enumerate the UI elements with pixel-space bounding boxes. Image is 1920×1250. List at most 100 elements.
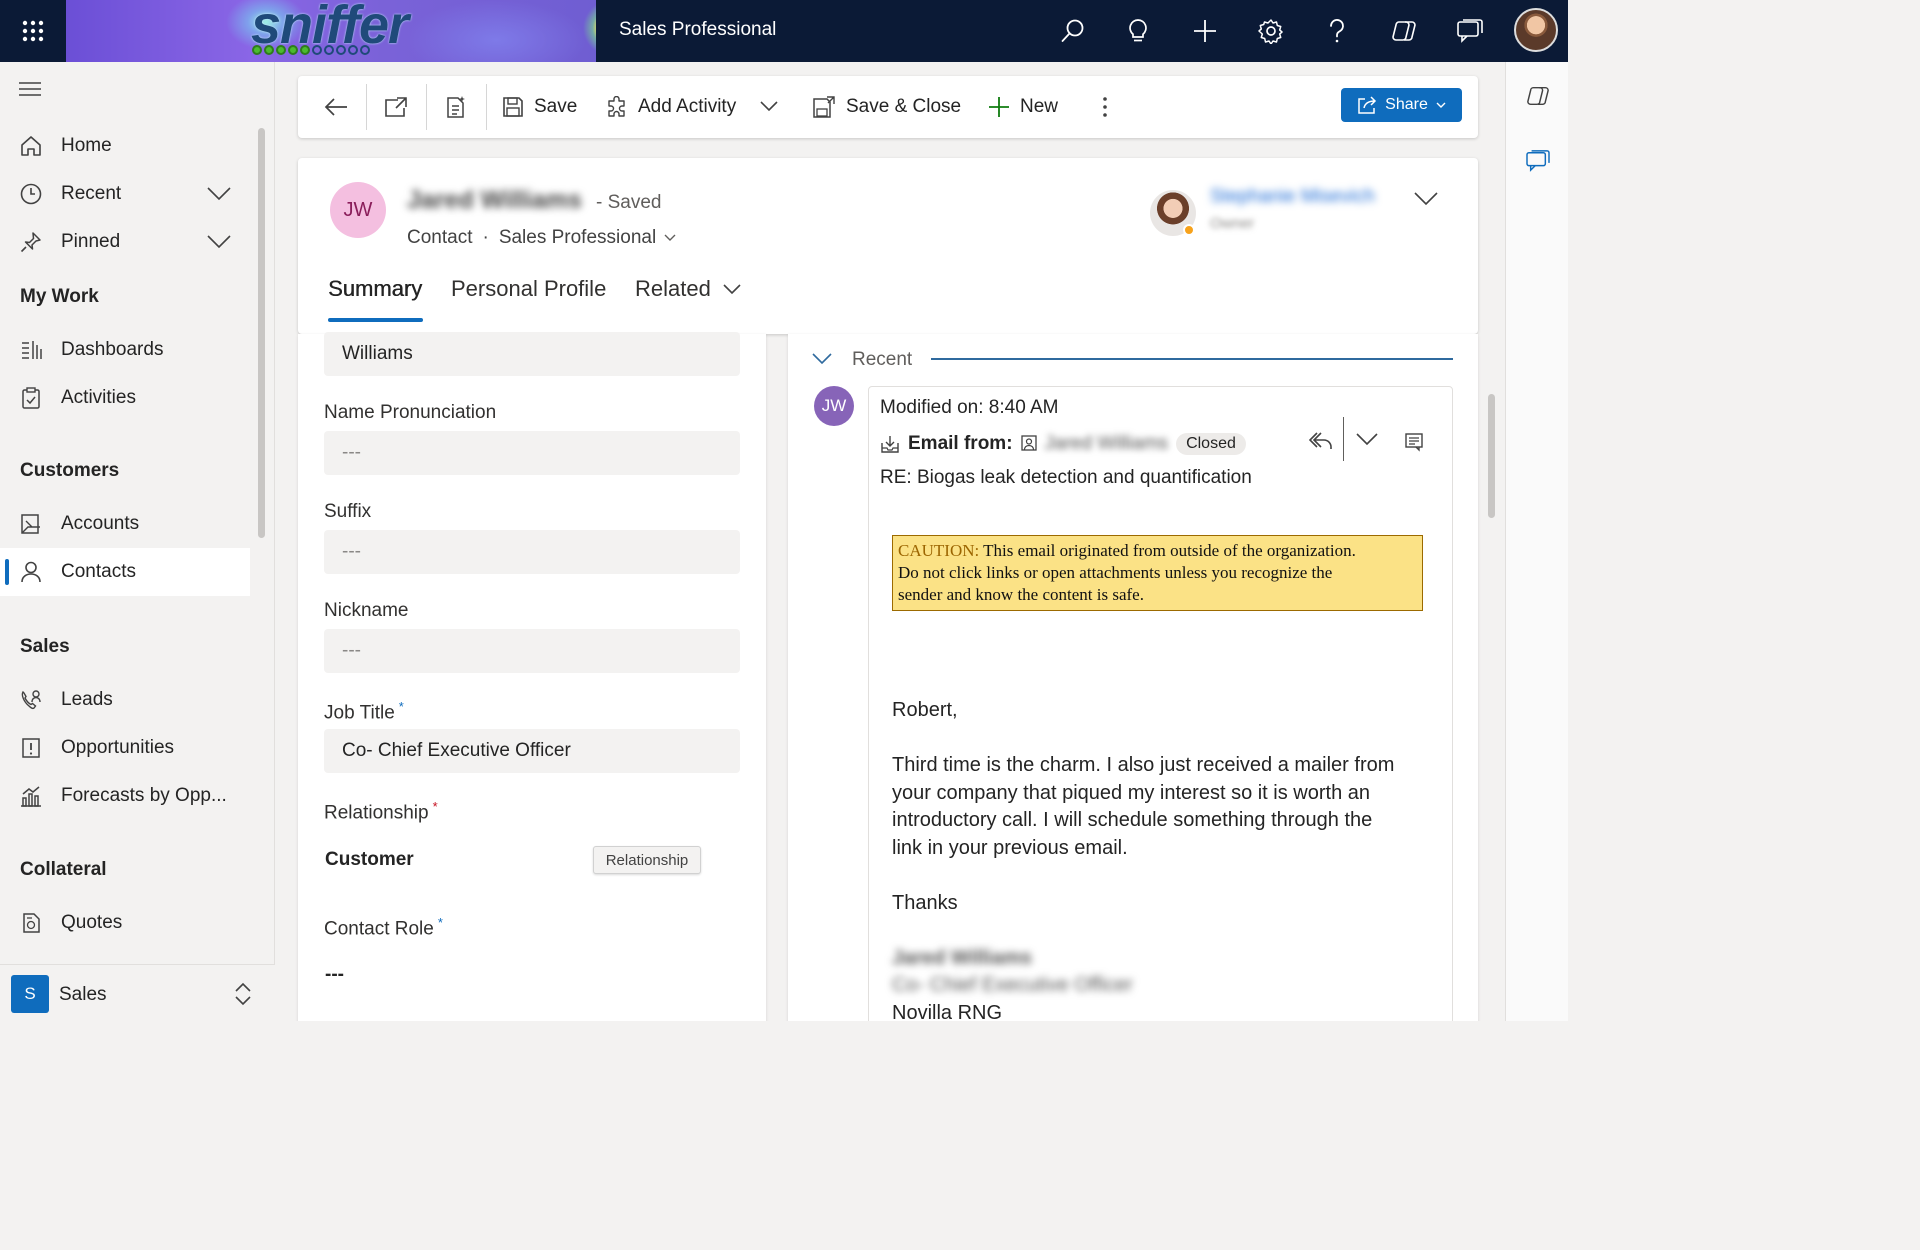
share-button[interactable]: Share	[1341, 88, 1462, 122]
copilot-icon[interactable]	[1386, 13, 1422, 49]
add-activity-dropdown[interactable]	[760, 76, 778, 138]
quote-icon	[20, 912, 42, 934]
nav-label: Opportunities	[61, 737, 175, 758]
more-commands-button[interactable]	[1102, 76, 1108, 138]
right-side-pane	[1505, 62, 1568, 1021]
caution-line-3: sender and know the content is safe.	[898, 585, 1144, 604]
hamburger-menu-icon[interactable]	[18, 80, 42, 98]
conversation-icon[interactable]	[1526, 150, 1550, 172]
record-entity-line: Contact · Sales Professional	[407, 227, 676, 249]
nav-item-leads[interactable]: Leads	[0, 676, 250, 724]
app-title[interactable]: Sales Professional	[619, 19, 776, 41]
nav-item-opportunities[interactable]: Opportunities	[0, 724, 250, 772]
area-label: Sales	[59, 984, 107, 1005]
more-actions-dropdown[interactable]	[1356, 433, 1378, 446]
caution-line-1: This email originated from outside of th…	[983, 541, 1356, 560]
chevron-down-icon[interactable]	[207, 235, 231, 249]
tab-summary[interactable]: Summary	[328, 276, 422, 302]
main-content: Save Add Activity Save & Close New Share…	[276, 62, 1505, 1021]
back-button[interactable]	[324, 76, 348, 138]
email-body-line-3: introductory call. I will schedule somet…	[892, 809, 1373, 831]
chevron-up-down-icon	[234, 982, 252, 1006]
collapse-recent-button[interactable]	[812, 353, 832, 365]
relationship-field[interactable]: Customer	[325, 849, 414, 871]
nav-item-recent[interactable]: Recent	[0, 170, 250, 218]
chevron-down-icon	[664, 234, 676, 241]
name-pronunciation-field[interactable]: ---	[324, 431, 740, 475]
chat-icon[interactable]	[1452, 13, 1488, 49]
chevron-down-icon	[1356, 433, 1378, 446]
back-arrow-icon	[324, 98, 347, 116]
tab-related[interactable]: Related	[635, 276, 741, 302]
caution-label: CAUTION:	[898, 541, 980, 560]
open-record-button[interactable]	[1404, 432, 1424, 452]
owner-name[interactable]: Stephanie Misevich	[1210, 186, 1375, 208]
area-switcher[interactable]: S Sales	[0, 964, 275, 1021]
status-badge: Closed	[1176, 433, 1246, 455]
save-close-icon	[812, 95, 836, 119]
last-name-field[interactable]: Williams	[324, 332, 740, 376]
suffix-field[interactable]: ---	[324, 530, 740, 574]
nav-item-contacts[interactable]: Contacts	[0, 548, 250, 596]
nav-item-activities[interactable]: Activities	[0, 374, 250, 422]
chevron-down-icon	[1436, 102, 1446, 108]
job-title-field[interactable]: Co- Chief Executive Officer	[324, 729, 740, 773]
nav-item-home[interactable]: Home	[0, 122, 250, 170]
lightbulb-icon[interactable]	[1120, 13, 1156, 49]
nav-scrollbar[interactable]	[258, 128, 265, 538]
form-name: Sales Professional	[498, 227, 657, 248]
contact-role-field[interactable]: ---	[325, 964, 344, 986]
copilot-icon[interactable]	[1526, 84, 1550, 108]
job-title-label: Job Title *	[324, 699, 404, 724]
email-sender[interactable]: Jared Williams	[1045, 433, 1169, 455]
document-sparkle-icon	[447, 96, 465, 118]
open-new-window-button[interactable]	[384, 76, 408, 138]
nav-label: Contacts	[61, 561, 136, 582]
expand-header-button[interactable]	[1414, 192, 1438, 206]
timeline-section: Recent JW Modified on: 8:40 AM Email fro…	[788, 334, 1478, 1021]
help-icon[interactable]	[1319, 13, 1355, 49]
record-name: Jared Williams	[407, 186, 582, 214]
save-close-button[interactable]: Save & Close	[812, 76, 961, 138]
email-body-line-4: link in your previous email.	[892, 837, 1128, 859]
command-bar: Save Add Activity Save & Close New Share	[298, 76, 1478, 138]
nav-label: Quotes	[61, 912, 123, 933]
email-activity-card[interactable]: Modified on: 8:40 AM Email from: Jared W…	[868, 386, 1453, 1021]
user-avatar[interactable]	[1514, 8, 1558, 52]
timeline-scrollbar[interactable]	[1488, 394, 1495, 518]
chevron-down-icon	[723, 283, 741, 294]
form-selector[interactable]: Sales Professional	[499, 227, 676, 249]
nav-section-collateral: Collateral	[20, 859, 107, 880]
nickname-field[interactable]: ---	[324, 629, 740, 673]
nav-item-accounts[interactable]: Accounts	[0, 500, 250, 548]
app-launcher-button[interactable]	[0, 0, 66, 62]
plus-icon[interactable]	[1187, 13, 1223, 49]
email-from-label: Email from:	[908, 433, 1013, 454]
search-icon[interactable]	[1055, 13, 1091, 49]
pin-icon	[20, 231, 42, 253]
add-activity-button[interactable]: Add Activity	[606, 76, 736, 138]
form-insights-button[interactable]	[444, 76, 468, 138]
relationship-label: Relationship *	[324, 799, 438, 824]
action-divider	[1343, 417, 1344, 461]
nav-label: Pinned	[61, 231, 121, 252]
nav-item-quotes[interactable]: Quotes	[0, 899, 250, 947]
email-subject[interactable]: RE: Biogas leak detection and quantifica…	[880, 467, 1252, 489]
email-signoff: Thanks	[892, 892, 958, 914]
gear-icon[interactable]	[1253, 13, 1289, 49]
reply-button[interactable]	[1309, 429, 1333, 451]
required-marker: *	[437, 915, 443, 930]
relationship-tooltip: Relationship	[593, 846, 701, 874]
top-bar: sniffer Sales Professional	[0, 0, 1568, 62]
open-record-icon	[1405, 433, 1423, 452]
save-button[interactable]: Save	[502, 76, 577, 138]
chevron-down-icon[interactable]	[207, 187, 231, 201]
record-header: JW Jared Williams - Saved Contact · Sale…	[298, 158, 1478, 334]
nav-item-pinned[interactable]: Pinned	[0, 218, 250, 266]
tab-personal-profile[interactable]: Personal Profile	[451, 276, 606, 302]
nav-item-dashboards[interactable]: Dashboards	[0, 326, 250, 374]
suffix-label: Suffix	[324, 501, 372, 522]
email-signature-company: Novilla RNG	[892, 1002, 1003, 1021]
nav-item-forecasts[interactable]: Forecasts by Opp...	[0, 772, 250, 820]
new-button[interactable]: New	[988, 76, 1058, 138]
